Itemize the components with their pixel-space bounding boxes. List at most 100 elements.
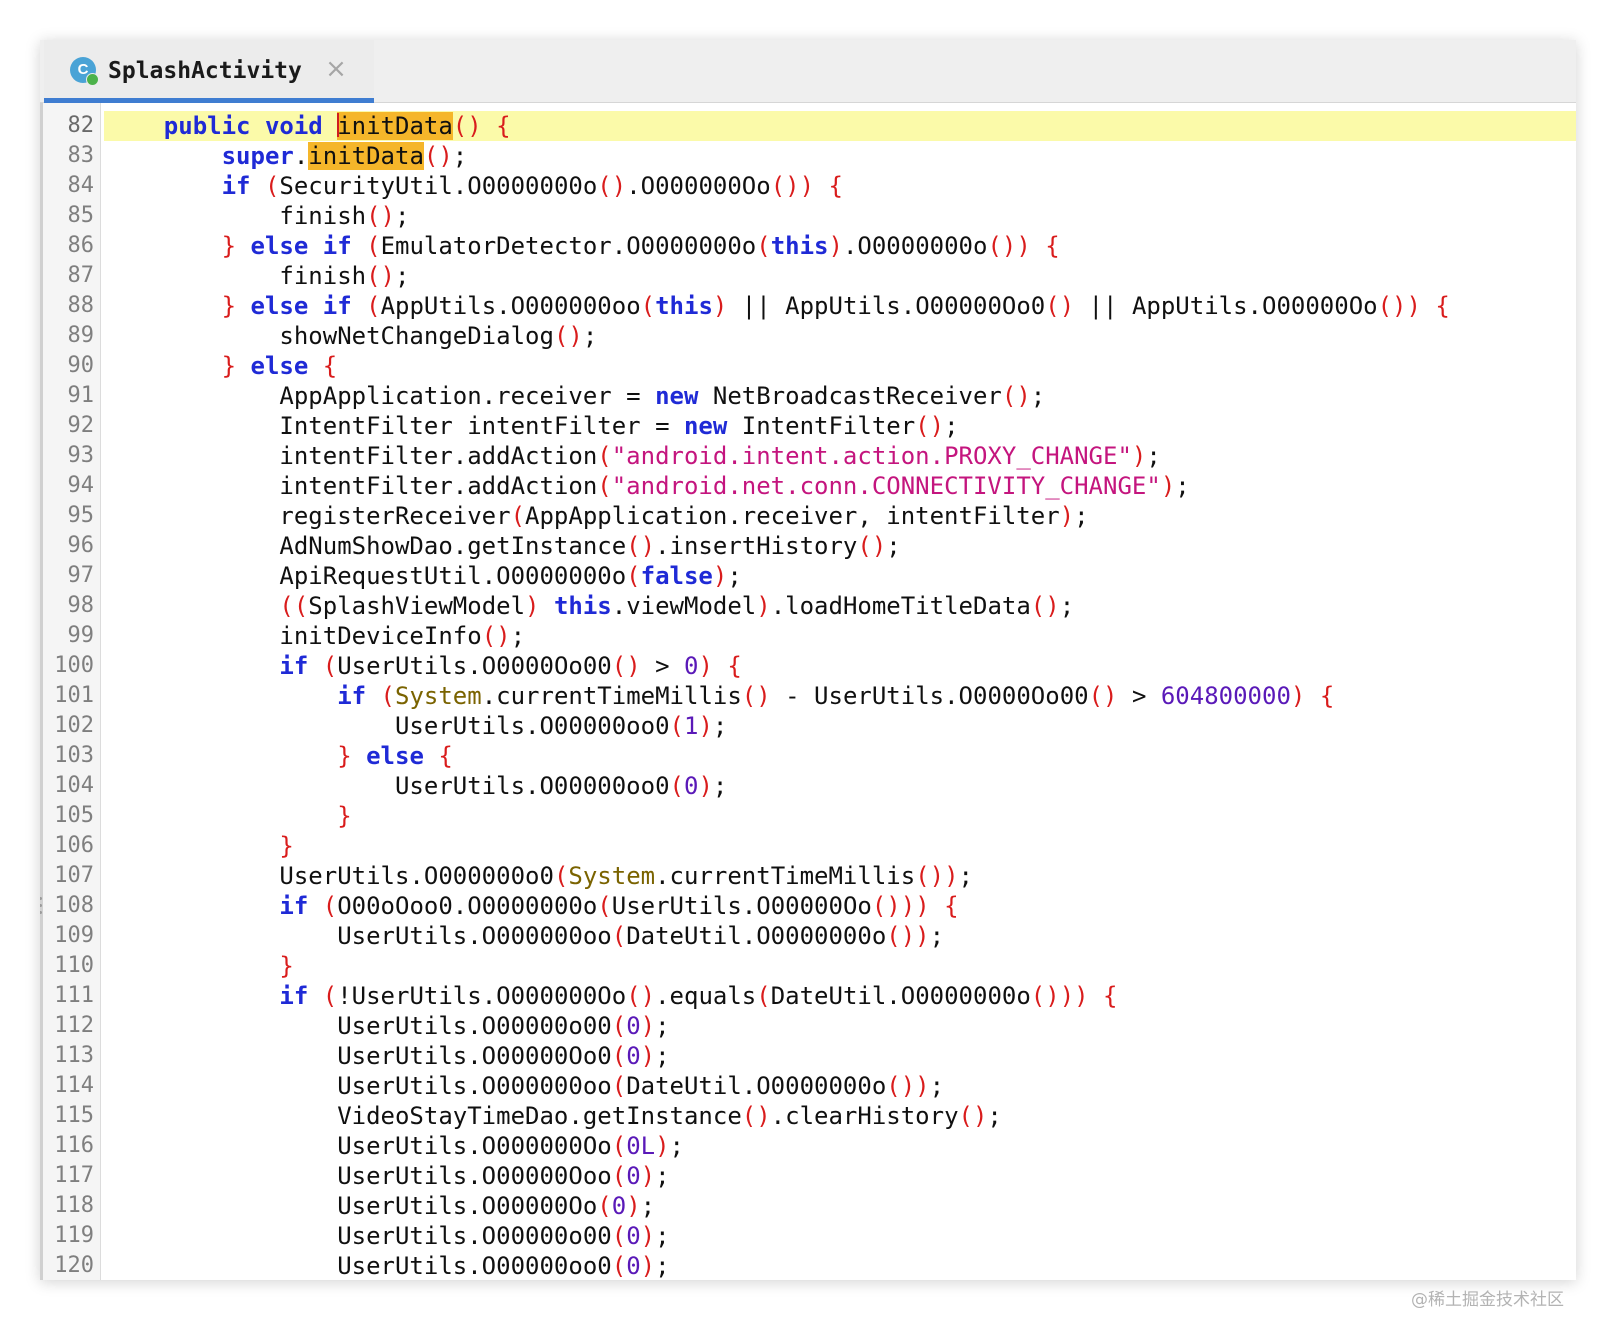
code-token: (	[611, 1132, 627, 1160]
code-line[interactable]: 98 ((SplashViewModel) this.viewModel).lo…	[40, 591, 1576, 621]
code-line[interactable]: 109 UserUtils.O000000oo(DateUtil.O000000…	[40, 921, 1576, 951]
code-token: )	[712, 292, 728, 320]
code-line[interactable]: 112 UserUtils.O00000o00(0);	[40, 1011, 1576, 1041]
code-token: ;	[1030, 382, 1046, 410]
line-number: 104	[54, 773, 94, 798]
code-line[interactable]: 113 UserUtils.O00000Oo0(0);	[40, 1041, 1576, 1071]
code-token: UserUtils.O00000Oo0	[106, 1042, 612, 1070]
code-token: .viewModel	[611, 592, 757, 620]
code-token: SplashViewModel	[308, 592, 526, 620]
line-number: 99	[67, 623, 95, 648]
code-line[interactable]: 100 if (UserUtils.O0000Oo00() > 0) {	[40, 651, 1576, 681]
line-number: 111	[54, 983, 94, 1008]
code-line[interactable]: 83 super.initData();	[40, 141, 1576, 171]
code-text: }	[104, 801, 1576, 831]
code-line[interactable]: 111 if (!UserUtils.O000000Oo().equals(Da…	[40, 981, 1576, 1011]
code-text: }	[104, 951, 1576, 981]
code-line[interactable]: 87 finish();	[40, 261, 1576, 291]
code-line[interactable]: 114 UserUtils.O000000oo(DateUtil.O000000…	[40, 1071, 1576, 1101]
code-token: ;	[1146, 442, 1161, 470]
code-token: UserUtils.O000000oo	[106, 1072, 612, 1100]
code-token: (	[597, 442, 612, 470]
code-line[interactable]: 97 ApiRequestUtil.O0000000o(false);	[40, 561, 1576, 591]
code-line[interactable]: 84 if (SecurityUtil.O0000000o().O000000O…	[40, 171, 1576, 201]
code-token: .O000000Oo	[626, 172, 771, 200]
line-number: 85	[67, 203, 95, 228]
code-token: NetBroadcastReceiver	[698, 382, 1002, 410]
code-token: ()	[423, 142, 453, 170]
code-line[interactable]: 94 intentFilter.addAction("android.net.c…	[40, 471, 1576, 501]
code-line[interactable]: 102 UserUtils.O00000oo0(1);	[40, 711, 1576, 741]
code-line[interactable]: 108 if (O00oOoo0.O0000000o(UserUtils.O00…	[40, 891, 1576, 921]
code-line[interactable]: 88 } else if (AppUtils.O000000oo(this) |…	[40, 291, 1576, 321]
code-token: ;	[655, 1162, 670, 1190]
line-number: 116	[54, 1133, 94, 1158]
code-line[interactable]: 99 initDeviceInfo();	[40, 621, 1576, 651]
tab-splash-activity[interactable]: C SplashActivity ×	[44, 40, 374, 103]
code-token: }	[279, 832, 294, 860]
code-token: 0	[626, 1042, 641, 1070]
code-line[interactable]: 96 AdNumShowDao.getInstance().insertHist…	[40, 531, 1576, 561]
code-line[interactable]: 89 showNetChangeDialog();	[40, 321, 1576, 351]
code-token: ()	[366, 262, 395, 290]
tab-title: SplashActivity	[108, 58, 302, 84]
code-text: UserUtils.O000000Oo(0L);	[104, 1131, 1576, 1161]
code-line[interactable]: 117 UserUtils.O00000Ooo(0);	[40, 1161, 1576, 1191]
code-token: || AppUtils.O00000Oo0	[727, 292, 1046, 320]
code-line[interactable]: 116 UserUtils.O000000Oo(0L);	[40, 1131, 1576, 1161]
code-line[interactable]: 115 VideoStayTimeDao.getInstance().clear…	[40, 1101, 1576, 1131]
code-line[interactable]: 106 }	[40, 831, 1576, 861]
code-line[interactable]: 95 registerReceiver(AppApplication.recei…	[40, 501, 1576, 531]
code-token: ()	[958, 1102, 988, 1130]
line-number: 98	[67, 593, 95, 618]
code-token: (	[611, 1072, 627, 1100]
code-text: } else if (EmulatorDetector.O0000000o(th…	[104, 231, 1576, 261]
code-line[interactable]: 103 } else {	[40, 741, 1576, 771]
code-line[interactable]: 92 IntentFilter intentFilter = new Inten…	[40, 411, 1576, 441]
code-token: ())	[886, 1072, 930, 1100]
code-line[interactable]: 91 AppApplication.receiver = new NetBroa…	[40, 381, 1576, 411]
code-line[interactable]: 107 UserUtils.O000000o0(System.currentTi…	[40, 861, 1576, 891]
code-line[interactable]: 104 UserUtils.O00000oo0(0);	[40, 771, 1576, 801]
code-token: (	[626, 562, 641, 590]
current-code-line[interactable]: 82 public void initData() {	[40, 111, 1576, 141]
code-line[interactable]: 93 intentFilter.addAction("android.inten…	[40, 441, 1576, 471]
code-line[interactable]: 119 UserUtils.O00000o00(0);	[40, 1221, 1576, 1251]
code-editor[interactable]: 82 public void initData() {83 super.init…	[40, 103, 1576, 1280]
code-line[interactable]: 110 }	[40, 951, 1576, 981]
code-token: ()))	[871, 892, 930, 920]
code-token: .clearHistory	[770, 1102, 959, 1130]
code-line[interactable]: 120 UserUtils.O00000oo0(0);	[40, 1251, 1576, 1280]
line-number: 91	[67, 383, 95, 408]
code-token: if	[279, 982, 309, 1010]
code-token: (	[322, 652, 338, 680]
code-line[interactable]: 85 finish();	[40, 201, 1576, 231]
code-token: this	[655, 292, 713, 320]
code-token: (	[611, 1222, 627, 1250]
code-token: this	[553, 592, 612, 620]
code-line[interactable]: 86 } else if (EmulatorDetector.O0000000o…	[40, 231, 1576, 261]
close-icon[interactable]: ×	[324, 54, 348, 84]
code-token: showNetChangeDialog	[106, 322, 554, 350]
code-token: .currentTimeMillis	[655, 862, 916, 890]
code-line[interactable]: 90 } else {	[40, 351, 1576, 381]
code-token: AppApplication.receiver, intentFilter	[525, 502, 1060, 530]
line-number: 113	[54, 1043, 94, 1068]
code-token: }	[279, 952, 294, 980]
code-text: UserUtils.O00000o00(0);	[104, 1221, 1576, 1251]
code-line[interactable]: 105 }	[40, 801, 1576, 831]
code-line[interactable]: 101 if (System.currentTimeMillis() - Use…	[40, 681, 1576, 711]
code-token: )	[756, 592, 771, 620]
code-token: ;	[655, 1222, 670, 1250]
line-number: 92	[67, 413, 95, 438]
code-line[interactable]: 118 UserUtils.O00000Oo(0);	[40, 1191, 1576, 1221]
